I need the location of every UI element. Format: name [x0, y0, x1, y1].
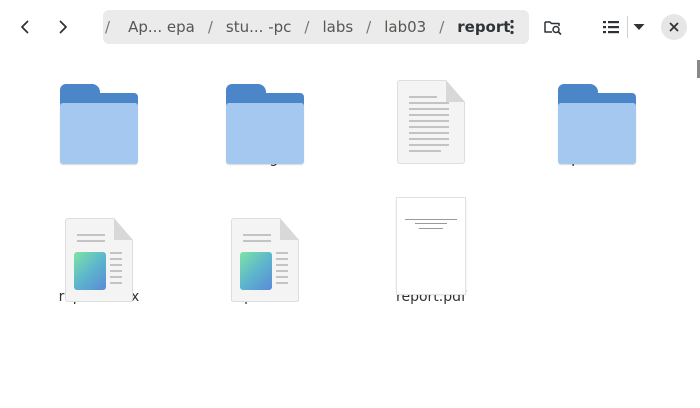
chevron-right-icon [59, 20, 67, 34]
back-button[interactable] [8, 10, 42, 44]
header-bar: / Ap... epa / stu... -pc / labs / lab03 … [0, 0, 700, 54]
file-icon-area [34, 192, 164, 302]
forward-button[interactable] [46, 10, 80, 44]
path-separator: / [105, 18, 111, 36]
file-icon-area [34, 54, 164, 164]
path-separator: / [207, 18, 213, 36]
file-item-pandoc[interactable]: pandoc [532, 54, 662, 167]
close-button[interactable] [661, 14, 687, 40]
chevron-left-icon [21, 20, 29, 34]
file-item-report-md[interactable]: report.md [200, 192, 330, 305]
search-button[interactable] [538, 10, 568, 44]
file-icon-area [200, 54, 330, 164]
list-view-icon [603, 21, 619, 34]
folder-search-icon [544, 21, 562, 35]
file-item-makefile[interactable]: Makefile [366, 54, 496, 167]
breadcrumb-item[interactable]: stu... -pc [220, 18, 297, 36]
breadcrumb-item[interactable]: lab03 [378, 18, 432, 36]
path-menu-button[interactable] [501, 14, 523, 40]
path-bar: / Ap... epa / stu... -pc / labs / lab03 … [103, 10, 529, 44]
file-icon-area [366, 192, 496, 294]
path-separator: / [366, 18, 372, 36]
document-icon [231, 218, 299, 302]
path-separator: / [304, 18, 310, 36]
text-document-icon [397, 80, 465, 164]
path-separator: / [439, 18, 445, 36]
list-view-button[interactable] [597, 10, 625, 44]
folder-icon [558, 84, 636, 166]
document-icon [65, 218, 133, 302]
folder-icon [226, 84, 304, 166]
pdf-thumbnail [397, 198, 465, 294]
file-icon-area [532, 54, 662, 164]
file-item-report-docx[interactable]: report.docx [34, 192, 164, 305]
view-options-button[interactable] [630, 10, 648, 44]
close-icon [669, 22, 679, 32]
kebab-menu-icon [510, 19, 514, 35]
file-grid: bib image Makefile pandoc [0, 54, 700, 408]
file-item-report-pdf[interactable]: report.pdf [366, 192, 496, 305]
breadcrumb-item[interactable]: Ap... epa [122, 18, 201, 36]
file-item-image[interactable]: image [200, 54, 330, 167]
file-icon-area [200, 192, 330, 302]
folder-icon [60, 84, 138, 166]
file-item-bib[interactable]: bib [34, 54, 164, 167]
caret-down-icon [633, 24, 645, 30]
breadcrumb-item[interactable]: labs [316, 18, 359, 36]
toolbar-divider [627, 16, 628, 38]
file-icon-area [366, 54, 496, 164]
